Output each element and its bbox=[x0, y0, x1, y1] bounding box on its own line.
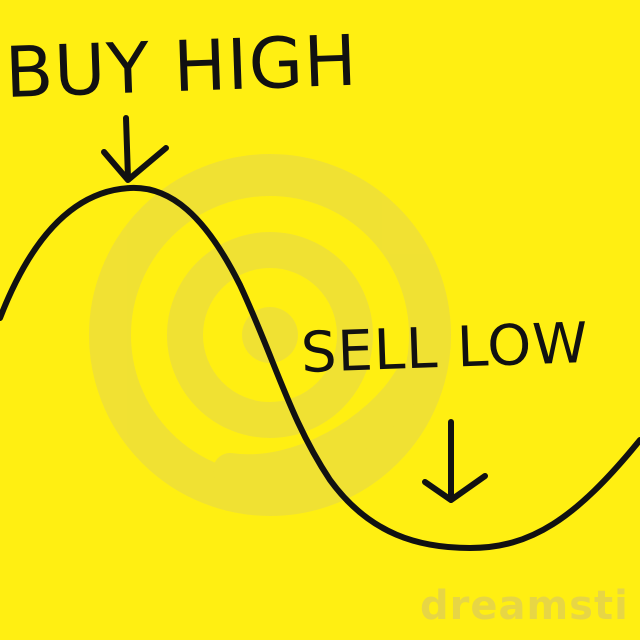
buy-high-label: BUY HIGH bbox=[3, 19, 359, 114]
sticky-note-canvas: BUY HIGH SELL LOW dreamsti bbox=[0, 0, 640, 640]
sell-low-label: SELL LOW bbox=[299, 310, 590, 386]
watermark-text: dreamsti bbox=[420, 583, 629, 629]
